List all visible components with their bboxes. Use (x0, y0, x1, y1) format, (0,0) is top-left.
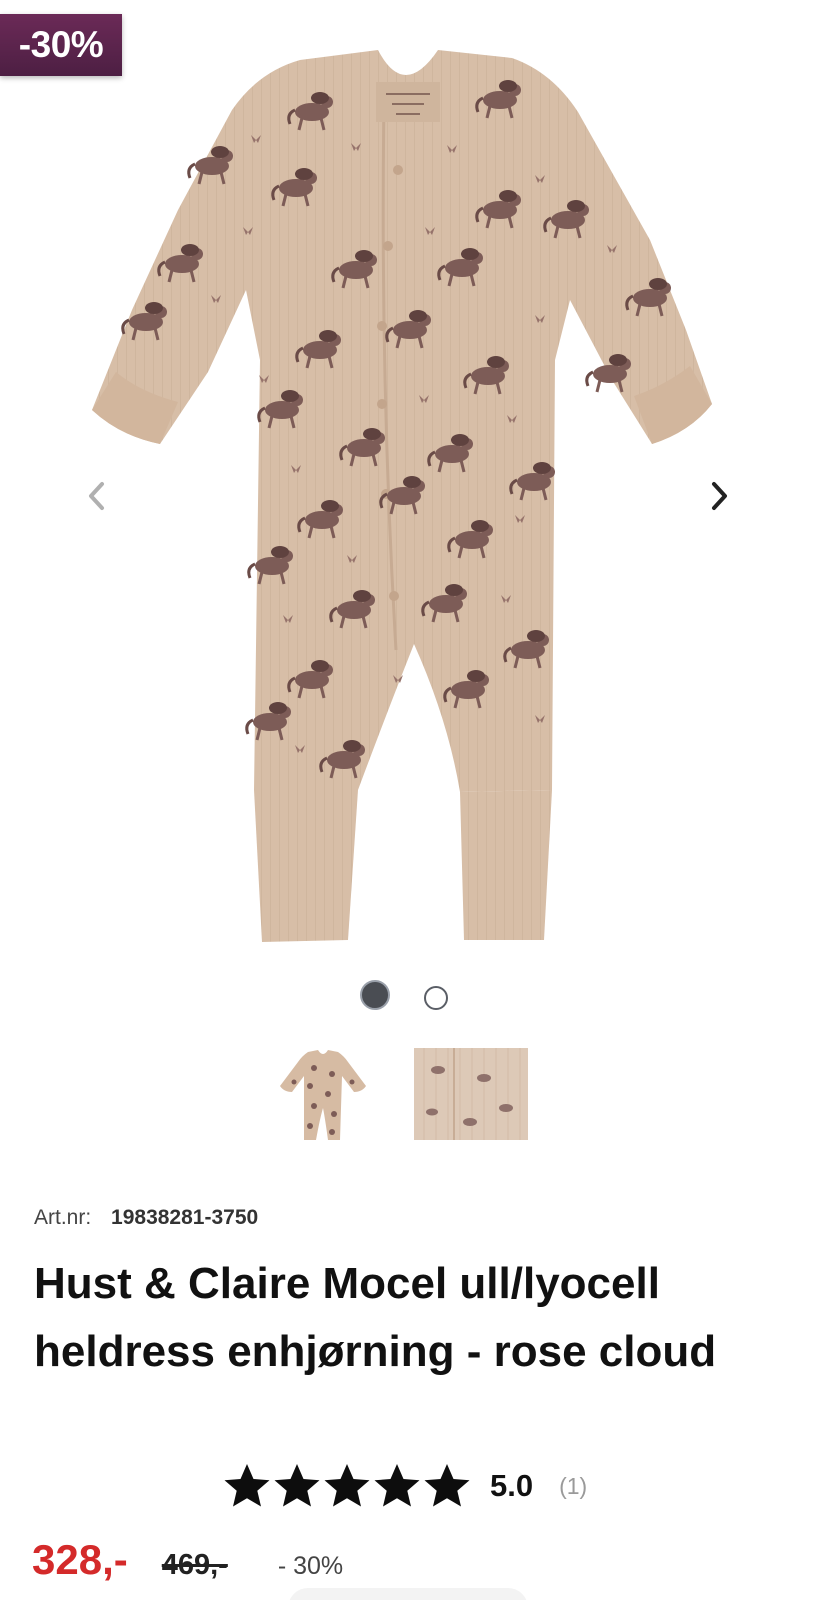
sticky-bar-edge (288, 1588, 528, 1600)
sale-price: 328,- (32, 1536, 128, 1583)
article-number-value: 19838281-3750 (111, 1206, 259, 1229)
chevron-left-icon (89, 482, 104, 510)
product-image (92, 50, 712, 942)
rating-stars (222, 1461, 472, 1511)
thumbnail-product-image (270, 1048, 376, 1140)
product-image-gallery[interactable] (0, 0, 816, 960)
gallery-dot-2[interactable] (424, 986, 448, 1010)
price-row: 328,- 469,- - 30% (32, 1536, 343, 1596)
original-price: 469,- (161, 1549, 228, 1581)
star-icon (274, 1464, 320, 1507)
chevron-right-icon (712, 482, 727, 510)
article-number: Art.nr: 19838281-3750 (34, 1206, 258, 1230)
gallery-prev-button[interactable] (78, 478, 114, 514)
star-icon (374, 1464, 420, 1507)
thumbnail-1[interactable] (270, 1048, 376, 1140)
thumbnail-fabric-image (414, 1048, 528, 1140)
article-number-label: Art.nr: (34, 1206, 92, 1229)
thumbnail-2[interactable] (414, 1048, 528, 1140)
thumbnail-strip (270, 1048, 540, 1140)
product-title: Hust & Claire Mocel ull/lyocell heldress… (34, 1259, 717, 1376)
gallery-pagination (360, 980, 460, 1014)
star-icon (424, 1464, 470, 1507)
gallery-dot-1[interactable] (360, 980, 390, 1010)
discount-percent: - 30% (277, 1552, 344, 1580)
star-icon (224, 1464, 270, 1507)
review-count[interactable]: (1) (559, 1473, 587, 1500)
product-rating[interactable]: 5.0 (1) (222, 1458, 587, 1514)
rating-value[interactable]: 5.0 (490, 1468, 533, 1504)
discount-badge: -30% (0, 14, 122, 76)
product-page: -30% Art.nr: 19838281-3750 Hust & Claire… (0, 0, 816, 1600)
star-icon (324, 1464, 370, 1507)
gallery-next-button[interactable] (702, 478, 738, 514)
